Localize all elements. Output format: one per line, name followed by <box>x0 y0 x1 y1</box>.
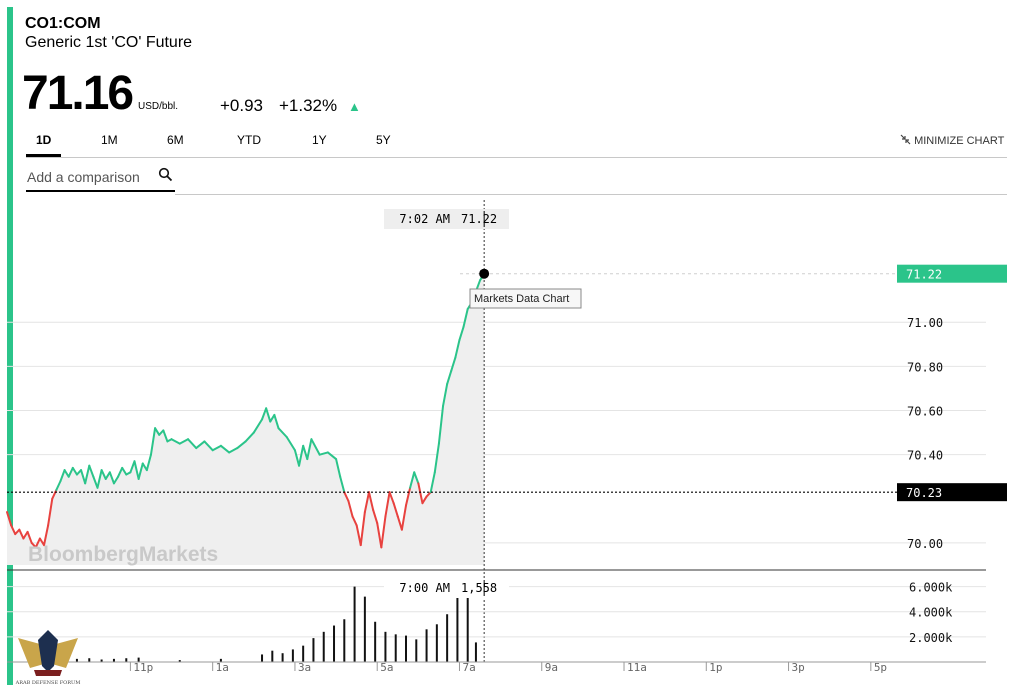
price-tick-label: 70.60 <box>907 405 943 419</box>
hover-point <box>479 268 490 279</box>
time-tick-label: 1p <box>709 661 722 674</box>
volume-axis: 6.000k 4.000k 2.000k <box>909 581 953 645</box>
price-tick-label: 70.40 <box>907 449 943 463</box>
current-price-label: 71.22 <box>906 268 942 282</box>
price-axis: 71.00 70.80 70.60 70.40 70.00 <box>907 316 943 551</box>
logo-caption: ARAB DEFENSE FORUM <box>15 680 81 686</box>
volume-tick-label: 6.000k <box>909 581 953 595</box>
previous-close-label: 70.23 <box>906 486 942 500</box>
price-volume-chart[interactable]: BloombergMarkets 71.00 70.80 70.60 70.40 70.… <box>0 0 1020 692</box>
price-area <box>7 273 485 565</box>
time-tick-label: 7a <box>462 661 475 674</box>
volume-readout-time: 7:00 AM <box>399 581 450 595</box>
volume-readout-value: 1,558 <box>461 581 497 595</box>
crosshair-time: 7:02 AM <box>399 212 450 226</box>
volume-tick-label: 4.000k <box>909 606 953 620</box>
volume-tick-label: 2.000k <box>909 631 953 645</box>
time-tick-label: 11a <box>627 661 647 674</box>
price-tick-label: 71.00 <box>907 316 943 330</box>
bloomberg-watermark: BloombergMarkets <box>28 543 218 566</box>
time-tick-label: 11p <box>133 661 153 674</box>
crosshair-value: 71.22 <box>461 212 497 226</box>
forum-logo: ARAB DEFENSE FORUM <box>15 630 81 686</box>
price-tick-label: 70.00 <box>907 537 943 551</box>
time-axis: 11p 1a 3a 5a 7a 9a 11a 1p 3p 5p <box>7 661 986 674</box>
time-tick-label: 3a <box>298 661 311 674</box>
price-tick-label: 70.80 <box>907 360 943 374</box>
time-tick-label: 5p <box>874 661 887 674</box>
time-tick-label: 5a <box>380 661 393 674</box>
time-tick-label: 1a <box>216 661 229 674</box>
time-tick-label: 3p <box>792 661 805 674</box>
tooltip-text: Markets Data Chart <box>474 293 569 305</box>
time-tick-label: 9a <box>545 661 558 674</box>
